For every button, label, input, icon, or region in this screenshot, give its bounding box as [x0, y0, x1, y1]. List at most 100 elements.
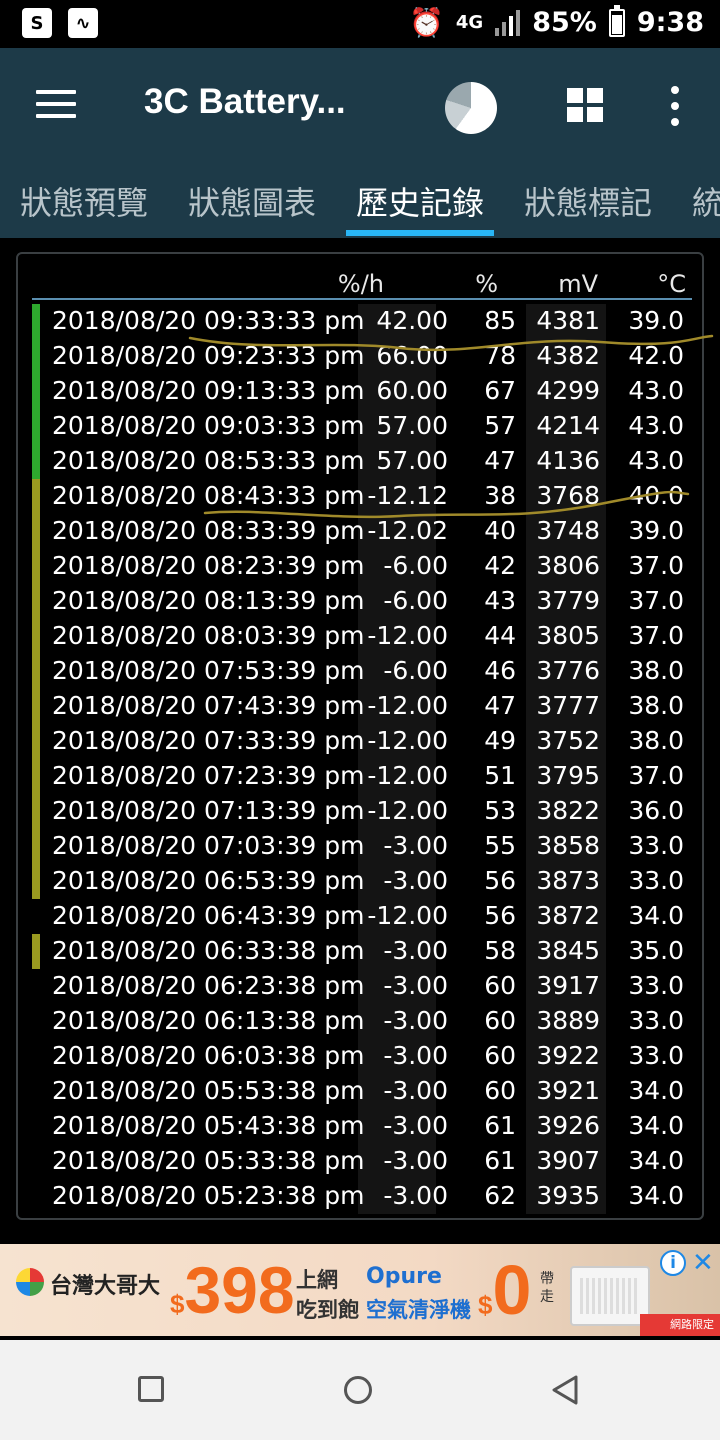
cell-percent: 47 — [484, 691, 516, 720]
table-row[interactable]: 2018/08/20 08:13:39 pm -6.00 43 3779 37.0 — [18, 584, 702, 619]
table-row[interactable]: 2018/08/20 09:33:33 pm 42.00 85 4381 39.0 — [18, 304, 702, 339]
charge-state-marker — [32, 584, 40, 619]
cell-temperature: 39.0 — [628, 516, 684, 545]
tab-history[interactable]: 歷史記錄 — [356, 178, 484, 224]
cell-time: 2018/08/20 08:13:39 pm — [52, 586, 365, 615]
table-row[interactable]: 2018/08/20 05:53:38 pm -3.00 60 3921 34.0 — [18, 1074, 702, 1109]
table-row[interactable]: 2018/08/20 08:43:33 pm -12.12 38 3768 40.0 — [18, 479, 702, 514]
recents-button[interactable] — [138, 1376, 164, 1402]
cell-temperature: 33.0 — [628, 1006, 684, 1035]
cell-millivolts: 3873 — [536, 866, 600, 895]
cell-percent: 56 — [484, 901, 516, 930]
tab-status-overview[interactable]: 狀態預覽 — [20, 178, 148, 224]
header-temperature: °C — [657, 270, 686, 298]
ad-line1: 上網 — [296, 1268, 338, 1292]
cell-time: 2018/08/20 05:43:38 pm — [52, 1111, 365, 1140]
ad-line2: 吃到飽 — [296, 1298, 359, 1322]
cell-temperature: 37.0 — [628, 761, 684, 790]
cell-millivolts: 3922 — [536, 1041, 600, 1070]
table-row[interactable]: 2018/08/20 07:23:39 pm -12.00 51 3795 37.0 — [18, 759, 702, 794]
history-table[interactable]: %/h % mV °C 2018/08/20 09:33:33 pm 42.00 8… — [16, 252, 704, 1220]
cell-millivolts: 3752 — [536, 726, 600, 755]
table-row[interactable]: 2018/08/20 07:13:39 pm -12.00 53 3822 36.0 — [18, 794, 702, 829]
table-row[interactable]: 2018/08/20 08:53:33 pm 57.00 47 4136 43.0 — [18, 444, 702, 479]
table-row[interactable]: 2018/08/20 09:23:33 pm 66.00 78 4382 42.0 — [18, 339, 702, 374]
cell-time: 2018/08/20 08:53:33 pm — [52, 446, 365, 475]
cell-percent: 55 — [484, 831, 516, 860]
table-row[interactable]: 2018/08/20 07:53:39 pm -6.00 46 3776 38.0 — [18, 654, 702, 689]
cell-percent: 58 — [484, 936, 516, 965]
table-row[interactable]: 2018/08/20 06:53:39 pm -3.00 56 3873 33.0 — [18, 864, 702, 899]
cell-temperature: 36.0 — [628, 796, 684, 825]
table-row[interactable]: 2018/08/20 09:03:33 pm 57.00 57 4214 43.0 — [18, 409, 702, 444]
tab-status-chart[interactable]: 狀態圖表 — [188, 178, 316, 224]
back-button[interactable] — [550, 1374, 580, 1406]
cell-percent: 38 — [484, 481, 516, 510]
table-row[interactable]: 2018/08/20 06:03:38 pm -3.00 60 3922 33.0 — [18, 1039, 702, 1074]
charge-state-marker — [32, 304, 40, 339]
charge-state-marker — [32, 479, 40, 514]
table-row[interactable]: 2018/08/20 07:43:39 pm -12.00 47 3777 38.0 — [18, 689, 702, 724]
tab-statistics[interactable]: 統 — [692, 178, 720, 224]
pie-chart-icon[interactable] — [445, 82, 497, 134]
table-row[interactable]: 2018/08/20 06:13:38 pm -3.00 60 3889 33.0 — [18, 1004, 702, 1039]
tab-status-marker[interactable]: 狀態標記 — [524, 178, 652, 224]
cell-temperature: 43.0 — [628, 376, 684, 405]
cell-time: 2018/08/20 05:53:38 pm — [52, 1076, 365, 1105]
table-row[interactable]: 2018/08/20 07:33:39 pm -12.00 49 3752 38.0 — [18, 724, 702, 759]
ad-product-brand: Opure — [366, 1264, 442, 1289]
cell-time: 2018/08/20 07:33:39 pm — [52, 726, 365, 755]
cell-rate: -12.00 — [367, 901, 448, 930]
cell-millivolts: 3935 — [536, 1181, 600, 1210]
grid-icon[interactable] — [567, 88, 603, 122]
charge-state-marker — [32, 339, 40, 374]
charge-state-marker — [32, 689, 40, 724]
cell-temperature: 34.0 — [628, 1111, 684, 1140]
cell-percent: 61 — [484, 1146, 516, 1175]
shopping-bag-icon: S — [22, 8, 52, 38]
cell-rate: 57.00 — [376, 411, 448, 440]
charge-state-marker — [32, 829, 40, 864]
cell-time: 2018/08/20 07:03:39 pm — [52, 831, 365, 860]
cell-rate: -3.00 — [383, 971, 448, 1000]
cell-temperature: 38.0 — [628, 726, 684, 755]
cell-rate: -6.00 — [383, 586, 448, 615]
cell-millivolts: 3805 — [536, 621, 600, 650]
charge-state-marker — [32, 374, 40, 409]
table-row[interactable]: 2018/08/20 07:03:39 pm -3.00 55 3858 33.0 — [18, 829, 702, 864]
charge-state-marker — [32, 759, 40, 794]
header-percent: % — [475, 270, 498, 298]
charge-state-marker — [32, 794, 40, 829]
table-row[interactable]: 2018/08/20 05:43:38 pm -3.00 61 3926 34.0 — [18, 1109, 702, 1144]
air-purifier-image — [570, 1266, 650, 1326]
table-row[interactable]: 2018/08/20 06:43:39 pm -12.00 56 3872 34.0 — [18, 899, 702, 934]
table-row[interactable]: 2018/08/20 06:23:38 pm -3.00 60 3917 33.0 — [18, 969, 702, 1004]
cell-percent: 78 — [484, 341, 516, 370]
ad-info-icon[interactable]: i — [660, 1250, 686, 1276]
table-row[interactable]: 2018/08/20 08:03:39 pm -12.00 44 3805 37.0 — [18, 619, 702, 654]
more-options-icon[interactable] — [668, 86, 682, 126]
cell-temperature: 33.0 — [628, 971, 684, 1000]
table-row[interactable]: 2018/08/20 06:33:38 pm -3.00 58 3845 35.0 — [18, 934, 702, 969]
cell-time: 2018/08/20 05:23:38 pm — [52, 1181, 365, 1210]
cell-millivolts: 3748 — [536, 516, 600, 545]
cell-millivolts: 4382 — [536, 341, 600, 370]
table-row[interactable]: 2018/08/20 05:23:38 pm -3.00 62 3935 34.0 — [18, 1179, 702, 1214]
table-row[interactable]: 2018/08/20 08:33:39 pm -12.02 40 3748 39.0 — [18, 514, 702, 549]
cell-temperature: 35.0 — [628, 936, 684, 965]
cell-rate: -6.00 — [383, 551, 448, 580]
table-row[interactable]: 2018/08/20 05:33:38 pm -3.00 61 3907 34.0 — [18, 1144, 702, 1179]
ad-close-icon[interactable]: ✕ — [692, 1248, 714, 1278]
cell-rate: 66.00 — [376, 341, 448, 370]
menu-icon[interactable] — [36, 90, 76, 120]
cell-temperature: 34.0 — [628, 1146, 684, 1175]
cell-percent: 60 — [484, 1041, 516, 1070]
cell-millivolts: 3777 — [536, 691, 600, 720]
table-row[interactable]: 2018/08/20 08:23:39 pm -6.00 42 3806 37.0 — [18, 549, 702, 584]
home-button[interactable] — [344, 1376, 372, 1404]
table-row[interactable]: 2018/08/20 09:13:33 pm 60.00 67 4299 43.0 — [18, 374, 702, 409]
battery-percent: 85% — [532, 7, 597, 38]
cell-time: 2018/08/20 09:03:33 pm — [52, 411, 365, 440]
ad-banner[interactable]: 台灣大哥大 $398 上網 吃到飽 Opure 空氣清淨機 $0 帶走 i ✕ … — [0, 1244, 720, 1336]
cell-temperature: 34.0 — [628, 1181, 684, 1210]
